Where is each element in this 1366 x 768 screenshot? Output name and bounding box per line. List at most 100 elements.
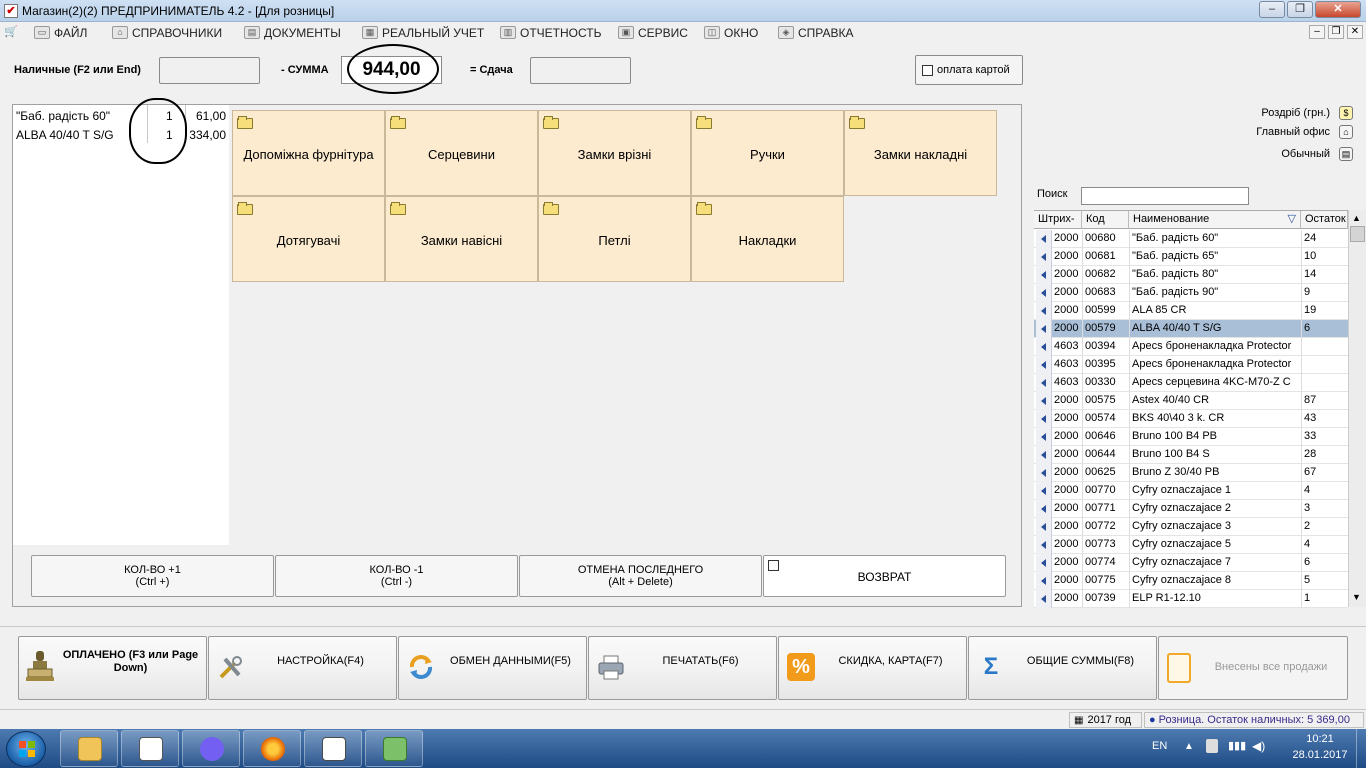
taskbar-shop-app[interactable] xyxy=(365,730,423,767)
menu-real-accounting[interactable]: ▦ РЕАЛЬНЫЙ УЧЕТ xyxy=(362,24,484,41)
grid-row[interactable]: 2000 00775 Cyfry oznaczajace 8 5 xyxy=(1034,572,1348,590)
barcode-cell: 2000 xyxy=(1054,592,1079,604)
row-indicator-icon xyxy=(1036,392,1052,410)
menu-reports[interactable]: ▥ ОТЧЕТНОСТЬ xyxy=(500,24,601,41)
coin-icon[interactable]: $ xyxy=(1339,106,1353,120)
start-button[interactable] xyxy=(6,731,46,767)
volume-icon[interactable]: ◀) xyxy=(1252,739,1265,753)
order-row[interactable]: ALBA 40/40 T S/G 1 334,00 xyxy=(13,126,229,145)
grid-row[interactable]: 2000 00773 Cyfry oznaczajace 5 4 xyxy=(1034,536,1348,554)
mdi-restore-button[interactable]: ❐ xyxy=(1328,25,1344,39)
home-icon[interactable]: ⌂ xyxy=(1339,125,1353,139)
menu-documents[interactable]: ▤ ДОКУМЕНТЫ xyxy=(244,24,341,41)
taskbar-tasks[interactable] xyxy=(304,730,362,767)
grid-row[interactable]: 2000 00739 ELP R1-12.10 1 xyxy=(1034,590,1348,608)
column-header-name[interactable]: Наименование ▽ xyxy=(1129,211,1301,229)
totals-button[interactable]: Σ ОБЩИЕ СУММЫ(F8) xyxy=(968,636,1157,700)
grid-row[interactable]: 2000 00774 Cyfry oznaczajace 7 6 xyxy=(1034,554,1348,572)
cart-icon[interactable]: 🛒 xyxy=(4,25,20,39)
grid-scrollbar[interactable]: ▲ ▼ xyxy=(1348,210,1366,607)
cell-divider xyxy=(1082,266,1083,284)
grid-row[interactable]: 2000 00681 "Баб. радість 65" 10 xyxy=(1034,248,1348,266)
barcode-cell: 2000 xyxy=(1054,412,1079,424)
cell-divider xyxy=(1082,230,1083,248)
order-row[interactable]: "Баб. радість 60" 1 61,00 xyxy=(13,107,229,126)
category-tile[interactable]: Накладки xyxy=(691,196,844,282)
category-tile[interactable]: Серцевини xyxy=(385,110,538,196)
card-payment-checkbox[interactable]: оплата картой xyxy=(915,55,1023,85)
grid-row[interactable]: 2000 00770 Cyfry oznaczajace 1 4 xyxy=(1034,482,1348,500)
grid-row[interactable]: 2000 00579 ALBA 40/40 T S/G 6 xyxy=(1034,320,1348,338)
category-tile[interactable]: Замки врізні xyxy=(538,110,691,196)
scroll-up-icon[interactable]: ▲ xyxy=(1352,213,1361,223)
flag-icon[interactable] xyxy=(1206,739,1218,753)
mdi-minimize-button[interactable]: – xyxy=(1309,25,1325,39)
column-header-code[interactable]: Код xyxy=(1082,211,1129,229)
clock-date[interactable]: 28.01.2017 xyxy=(1290,749,1350,761)
restore-button[interactable]: ❐ xyxy=(1287,1,1313,18)
column-header-stock[interactable]: Остаток xyxy=(1301,211,1348,229)
barcode-cell: 2000 xyxy=(1054,466,1079,478)
cell-divider xyxy=(1301,266,1302,284)
menu-file[interactable]: ▭ ФАЙЛ xyxy=(34,24,87,41)
grid-row[interactable]: 4603 00330 Apecs серцевина 4KC-M70-Z C xyxy=(1034,374,1348,392)
data-exchange-button[interactable]: ОБМЕН ДАННЫМИ(F5) xyxy=(398,636,587,700)
grid-row[interactable]: 4603 00394 Apecs броненакладка Protector xyxy=(1034,338,1348,356)
grid-row[interactable]: 2000 00680 "Баб. радість 60" 24 xyxy=(1034,230,1348,248)
taskbar-explorer[interactable] xyxy=(60,730,118,767)
menu-window[interactable]: ◫ ОКНО xyxy=(704,24,758,41)
paid-button[interactable]: ОПЛАЧЕНО (F3 или Page Down) xyxy=(18,636,207,700)
qty-minus-button[interactable]: КОЛ-ВО -1 (Ctrl -) xyxy=(275,555,518,597)
folder-icon xyxy=(237,116,253,129)
scroll-thumb[interactable] xyxy=(1350,226,1365,242)
print-button[interactable]: ПЕЧАТАТЬ(F6) xyxy=(588,636,777,700)
category-tile[interactable]: Допоміжна фурнітура xyxy=(232,110,385,196)
grid-row[interactable]: 2000 00683 "Баб. радість 90" 9 xyxy=(1034,284,1348,302)
qty-plus-button[interactable]: КОЛ-ВО +1 (Ctrl +) xyxy=(31,555,274,597)
settings-button[interactable]: НАСТРОЙКА(F4) xyxy=(208,636,397,700)
category-tile[interactable]: Петлі xyxy=(538,196,691,282)
column-header-barcode[interactable]: Штрих- xyxy=(1034,211,1082,229)
cancel-last-button[interactable]: ОТМЕНА ПОСЛЕДНЕГО (Alt + Delete) xyxy=(519,555,762,597)
show-desktop-button[interactable] xyxy=(1356,729,1366,768)
grid-row[interactable]: 2000 00599 ALA 85 CR 19 xyxy=(1034,302,1348,320)
return-toggle[interactable]: ВОЗВРАТ xyxy=(763,555,1006,597)
scroll-down-icon[interactable]: ▼ xyxy=(1352,592,1361,602)
name-cell: BKS 40\40 3 k. CR xyxy=(1132,412,1225,424)
grid-row[interactable]: 2000 00644 Bruno 100 B4 S 28 xyxy=(1034,446,1348,464)
category-tile[interactable]: Замки навісні xyxy=(385,196,538,282)
minimize-button[interactable]: – xyxy=(1259,1,1285,18)
app-icon[interactable]: ✔ xyxy=(4,4,18,18)
grid-row[interactable]: 2000 00682 "Баб. радість 80" 14 xyxy=(1034,266,1348,284)
taskbar-firefox[interactable] xyxy=(243,730,301,767)
grid-row[interactable]: 2000 00646 Bruno 100 B4 PB 33 xyxy=(1034,428,1348,446)
grid-row[interactable]: 2000 00772 Cyfry oznaczajace 3 2 xyxy=(1034,518,1348,536)
tray-arrow-icon[interactable]: ▲ xyxy=(1184,741,1194,752)
discount-card-button[interactable]: % СКИДКА, КАРТА(F7) xyxy=(778,636,967,700)
clock-time[interactable]: 10:21 xyxy=(1290,733,1350,745)
category-tile[interactable]: Ручки xyxy=(691,110,844,196)
taskbar-app[interactable] xyxy=(121,730,179,767)
grid-row[interactable]: 2000 00771 Cyfry oznaczajace 2 3 xyxy=(1034,500,1348,518)
stock-cell: 87 xyxy=(1304,394,1317,406)
sales-status-panel: Внесены все продажи xyxy=(1158,636,1348,700)
menu-help[interactable]: ◈ СПРАВКА xyxy=(778,24,854,41)
network-icon[interactable]: ▮▮▮ xyxy=(1228,739,1246,752)
grid-row[interactable]: 2000 00625 Bruno Z 30/40 PB 67 xyxy=(1034,464,1348,482)
grid-row[interactable]: 2000 00575 Astex 40/40 CR 87 xyxy=(1034,392,1348,410)
cash-input[interactable] xyxy=(159,57,260,84)
taskbar-viber[interactable] xyxy=(182,730,240,767)
printer-icon[interactable]: ▤ xyxy=(1339,147,1353,161)
mdi-close-button[interactable]: ✕ xyxy=(1347,25,1363,39)
menu-directories[interactable]: ⌂ СПРАВОЧНИКИ xyxy=(112,24,222,41)
category-tile[interactable]: Замки накладні xyxy=(844,110,997,196)
search-input[interactable] xyxy=(1081,187,1249,205)
grid-row[interactable]: 4603 00395 Apecs броненакладка Protector xyxy=(1034,356,1348,374)
category-tile[interactable]: Дотягувачі xyxy=(232,196,385,282)
grid-row[interactable]: 2000 00574 BKS 40\40 3 k. CR 43 xyxy=(1034,410,1348,428)
language-indicator[interactable]: EN xyxy=(1152,740,1167,752)
menu-service[interactable]: ▣ СЕРВИС xyxy=(618,24,688,41)
stock-cell: 6 xyxy=(1304,556,1311,568)
close-button[interactable]: ✕ xyxy=(1315,1,1361,18)
year-status: ▦ 2017 год xyxy=(1069,712,1142,728)
